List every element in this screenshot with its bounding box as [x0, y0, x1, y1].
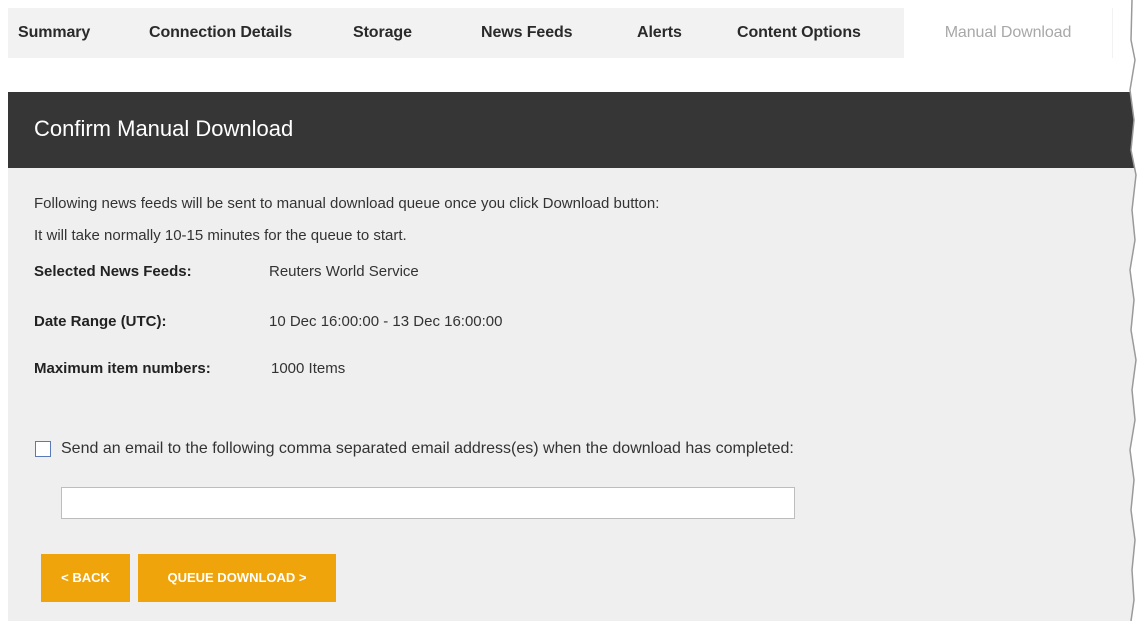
tab-alerts[interactable]: Alerts: [637, 8, 682, 58]
tab-connection-details[interactable]: Connection Details: [149, 8, 292, 58]
email-address-input[interactable]: [61, 487, 795, 519]
date-range-label: Date Range (UTC):: [34, 313, 167, 330]
email-checkbox-label: Send an email to the following comma sep…: [61, 440, 794, 457]
content-panel: Following news feeds will be sent to man…: [8, 168, 1138, 621]
queue-download-button[interactable]: QUEUE DOWNLOAD >: [138, 554, 336, 602]
tab-bar: Summary Connection Details Storage News …: [8, 8, 1113, 58]
selected-feeds-label: Selected News Feeds:: [34, 263, 192, 280]
intro-text-line-1: Following news feeds will be sent to man…: [34, 195, 660, 212]
tab-summary[interactable]: Summary: [18, 8, 90, 58]
date-range-value: 10 Dec 16:00:00 - 13 Dec 16:00:00: [269, 313, 503, 330]
back-button[interactable]: < BACK: [41, 554, 130, 602]
section-header: Confirm Manual Download: [8, 92, 1138, 168]
max-items-label: Maximum item numbers:: [34, 360, 211, 377]
selected-feeds-value: Reuters World Service: [269, 263, 419, 280]
page-frame: Summary Connection Details Storage News …: [0, 0, 1148, 621]
max-items-value: 1000 Items: [271, 360, 346, 377]
torn-edge-decoration: [1129, 0, 1148, 621]
page-title: Confirm Manual Download: [34, 116, 294, 141]
tab-content-options[interactable]: Content Options: [737, 8, 861, 58]
intro-text-line-2: It will take normally 10-15 minutes for …: [34, 227, 407, 244]
email-checkbox[interactable]: [35, 441, 51, 457]
tab-manual-download[interactable]: Manual Download: [904, 8, 1112, 58]
tab-news-feeds[interactable]: News Feeds: [481, 8, 573, 58]
tab-storage[interactable]: Storage: [353, 8, 412, 58]
